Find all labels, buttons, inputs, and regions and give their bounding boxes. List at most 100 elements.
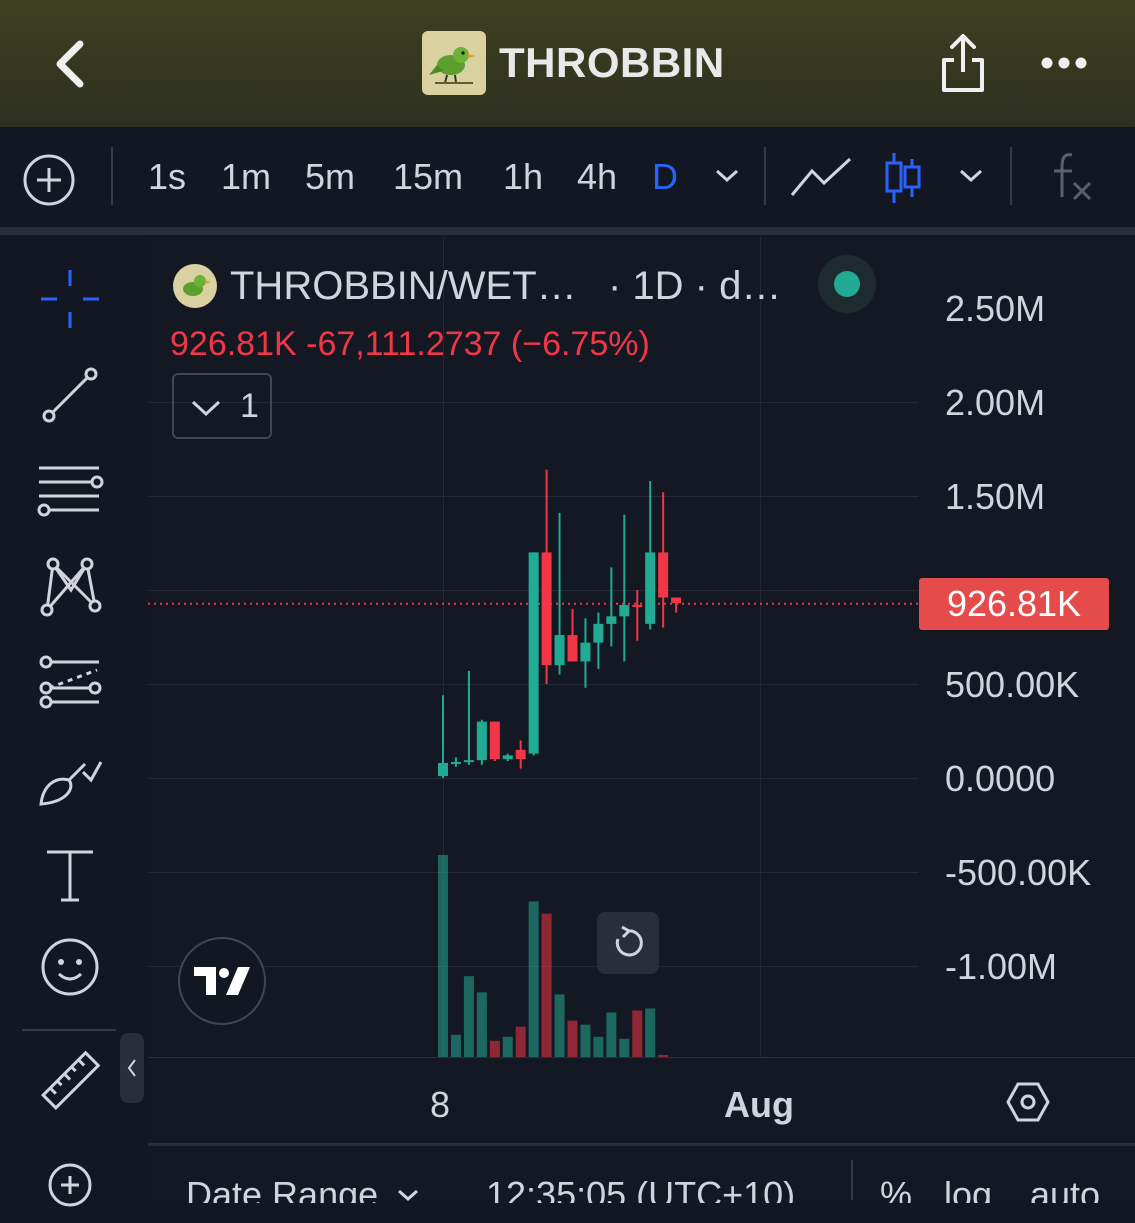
legend-symbol[interactable]: THROBBIN/WET…	[230, 264, 577, 309]
reset-chart-button[interactable]	[597, 912, 659, 974]
trendline-icon	[42, 367, 98, 423]
refresh-icon	[615, 925, 643, 957]
volume-bar	[606, 1012, 617, 1057]
market-status-indicator[interactable]	[818, 255, 876, 313]
volume-bar	[619, 1038, 630, 1057]
timeframe-15m[interactable]: 15m	[393, 155, 463, 199]
brush-tool[interactable]	[32, 741, 108, 817]
bottom-bar: Date Range 12:35:05 (UTC+10) % log auto	[148, 1143, 1135, 1203]
candle	[463, 670, 474, 765]
drawing-tools-panel	[0, 237, 144, 1207]
candle	[554, 512, 565, 675]
price-axis-label: 500.00K	[945, 664, 1080, 705]
page-title: THROBBIN	[499, 39, 725, 86]
crosshair-tool[interactable]	[32, 261, 108, 337]
fx-icon[interactable]	[1050, 151, 1094, 203]
legend-price: 926.81K -67,111.2737 (−6.75%)	[170, 325, 650, 363]
fib-retracement-tool[interactable]	[32, 453, 108, 529]
brush-icon	[39, 761, 103, 806]
volume-bar	[580, 1024, 591, 1057]
candle	[593, 612, 604, 669]
auto-toggle[interactable]: auto	[1030, 1174, 1100, 1203]
text-icon	[47, 850, 93, 902]
candle	[632, 590, 643, 641]
more-horizontal-icon[interactable]	[1040, 55, 1088, 71]
volume-bar	[632, 1010, 643, 1057]
trendline-tool[interactable]	[32, 357, 108, 433]
volume-bar	[489, 1040, 500, 1057]
fib-retracement-icon	[37, 466, 104, 517]
divider	[1010, 147, 1012, 205]
share-icon[interactable]	[938, 32, 988, 94]
timeframe-4h[interactable]: 4h	[577, 155, 617, 199]
emoji-tool[interactable]	[32, 929, 108, 1005]
volume-bar	[476, 992, 487, 1057]
candlestick-icon[interactable]	[884, 151, 922, 205]
volume-bar	[645, 1008, 656, 1057]
legend-interval: · 1D · d…	[608, 264, 782, 308]
volume-bar	[528, 901, 539, 1057]
timeframe-5m[interactable]: 5m	[305, 155, 355, 199]
price-axis-label: 2.00M	[945, 382, 1046, 423]
pattern-tool[interactable]	[32, 549, 108, 625]
text-tool[interactable]	[32, 837, 108, 913]
candle	[580, 618, 591, 688]
line-chart-icon[interactable]	[790, 155, 852, 199]
chevron-down-icon[interactable]	[958, 167, 984, 185]
candle	[438, 695, 448, 778]
volume-bar	[515, 1026, 526, 1057]
candle	[645, 480, 656, 630]
current-price-label: 926.81K	[919, 578, 1109, 630]
candle	[567, 608, 578, 662]
volume-bar	[438, 855, 448, 1057]
percent-toggle[interactable]: %	[880, 1174, 912, 1203]
time-axis-line	[148, 1057, 1135, 1058]
candle	[658, 492, 669, 628]
candle	[528, 552, 539, 756]
clock-time[interactable]: 12:35:05 (UTC+10)	[486, 1174, 795, 1203]
top-header: THROBBIN	[0, 0, 1135, 127]
bird-icon	[429, 47, 476, 84]
divider	[22, 1029, 116, 1031]
candle	[541, 469, 552, 684]
legend-collapse-button[interactable]: 1	[172, 373, 272, 439]
legend-collapse-count: 1	[240, 387, 259, 425]
timeframe-1m[interactable]: 1m	[221, 155, 271, 199]
log-toggle[interactable]: log	[944, 1174, 992, 1203]
price-axis-label: -500.00K	[945, 852, 1092, 893]
timeframe-1s[interactable]: 1s	[148, 155, 186, 199]
volume-bar	[541, 913, 552, 1057]
forecast-tool[interactable]	[32, 645, 108, 721]
plus-circle-icon[interactable]	[22, 153, 76, 207]
date-range-button[interactable]: Date Range	[186, 1174, 378, 1203]
forecast-icon	[39, 655, 102, 709]
tradingview-logo[interactable]	[178, 937, 266, 1025]
chevron-left-icon[interactable]	[46, 36, 96, 92]
chart-toolbar: 1s 1m 5m 15m 1h 4h D	[0, 127, 1135, 235]
divider	[851, 1160, 853, 1200]
volume-bar	[502, 1036, 513, 1057]
volume-bar	[463, 976, 474, 1057]
price-axis-label: 1.50M	[945, 476, 1046, 517]
volume-bar	[567, 1020, 578, 1057]
candle	[476, 719, 487, 765]
volume-bar	[450, 1034, 461, 1057]
chevron-left-icon	[127, 1059, 136, 1077]
pattern-icon	[40, 557, 102, 617]
timeframe-1h[interactable]: 1h	[503, 155, 543, 199]
token-logo	[422, 31, 486, 95]
collapse-panel-handle[interactable]	[120, 1033, 144, 1103]
ruler-tool[interactable]	[32, 1043, 108, 1119]
divider	[111, 147, 113, 205]
tradingview-logo-icon	[194, 967, 250, 995]
chart-pane[interactable]: THROBBIN/WET… · 1D · d… 926.81K -67,111.…	[148, 237, 1135, 1203]
timeframe-d[interactable]: D	[652, 155, 678, 199]
candle	[450, 757, 461, 767]
divider	[764, 147, 766, 205]
candle	[606, 567, 617, 647]
settings-hexagon-icon[interactable]	[1006, 1080, 1050, 1124]
candle	[671, 597, 682, 613]
chevron-down-icon[interactable]	[714, 167, 740, 185]
candle	[515, 740, 526, 769]
zoom-in-tool[interactable]	[32, 1147, 108, 1223]
